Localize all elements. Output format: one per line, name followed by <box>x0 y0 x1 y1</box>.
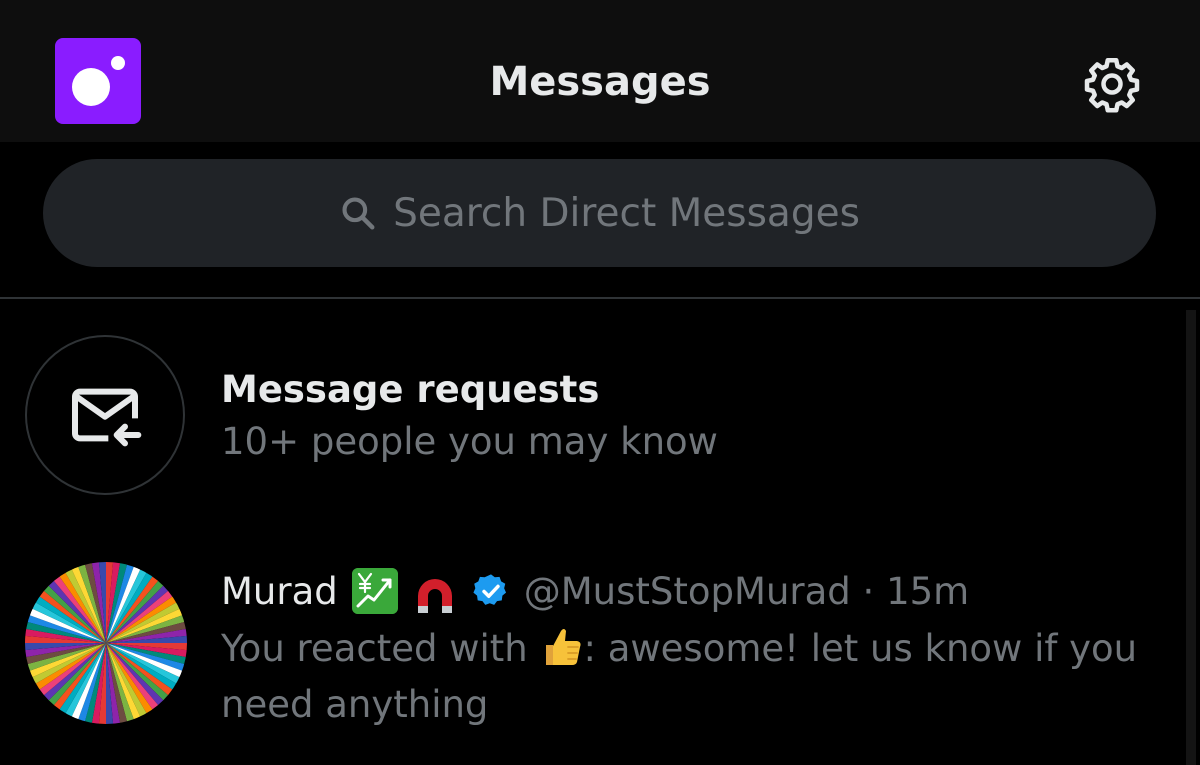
search-icon <box>342 197 375 230</box>
preview-prefix: You reacted with <box>221 627 528 670</box>
message-preview: You reacted with : awesome! let us know … <box>221 621 1141 733</box>
magnet-emoji <box>417 579 452 613</box>
avatar-image <box>25 562 187 724</box>
chart-yen-emoji <box>351 568 398 614</box>
verified-badge-icon <box>473 574 506 605</box>
message-requests-subtitle: 10+ people you may know <box>221 420 718 463</box>
page-title: Messages <box>489 59 711 105</box>
avatar[interactable] <box>25 562 187 724</box>
thumbs-up-emoji <box>545 629 581 665</box>
message-requests-title: Message requests <box>221 368 600 411</box>
search-placeholder: Search Direct Messages <box>393 190 860 236</box>
conversation-header: Murad @MustStopMurad · 15m <box>221 566 969 616</box>
contact-handle: @MustStopMurad · 15m <box>523 569 970 613</box>
top-bar: Messages <box>0 0 1200 142</box>
message-requests-icon-circle <box>25 335 185 495</box>
gear-icon[interactable] <box>1082 54 1142 114</box>
envelope-incoming-icon <box>72 388 142 447</box>
contact-name: Murad <box>221 569 338 613</box>
divider <box>0 297 1200 299</box>
scrollbar[interactable] <box>1186 310 1196 765</box>
search-input[interactable]: Search Direct Messages <box>43 159 1156 267</box>
